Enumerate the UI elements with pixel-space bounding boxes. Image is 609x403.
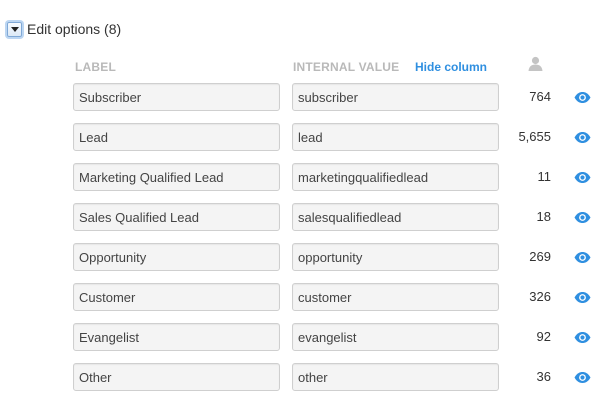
option-internal-value-input[interactable] bbox=[292, 83, 499, 111]
contact-count: 11 bbox=[537, 169, 552, 184]
option-label-input[interactable] bbox=[73, 363, 280, 391]
eye-icon[interactable] bbox=[574, 370, 591, 388]
contact-count: 36 bbox=[536, 369, 551, 384]
contact-count: 18 bbox=[536, 209, 551, 224]
option-internal-value-input[interactable] bbox=[292, 163, 499, 191]
option-internal-value-input[interactable] bbox=[292, 243, 499, 271]
option-label-input[interactable] bbox=[73, 123, 280, 151]
option-internal-value-input[interactable] bbox=[292, 283, 499, 311]
contact-count: 269 bbox=[529, 249, 551, 264]
internal-value-column-header: INTERNAL VALUE bbox=[293, 60, 400, 74]
contact-count: 764 bbox=[529, 89, 551, 104]
option-internal-value-input[interactable] bbox=[292, 203, 499, 231]
eye-icon[interactable] bbox=[574, 90, 591, 108]
option-internal-value-input[interactable] bbox=[292, 323, 499, 351]
label-column-header: LABEL bbox=[75, 60, 116, 74]
option-row: 18 bbox=[0, 203, 609, 243]
user-icon bbox=[528, 56, 543, 76]
option-label-input[interactable] bbox=[73, 243, 280, 271]
option-label-input[interactable] bbox=[73, 283, 280, 311]
eye-icon[interactable] bbox=[574, 330, 591, 348]
option-label-input[interactable] bbox=[73, 83, 280, 111]
caret-down-icon[interactable] bbox=[7, 21, 22, 37]
option-row: 92 bbox=[0, 323, 609, 363]
section-title: Edit options (8) bbox=[27, 21, 122, 37]
option-row: 11 bbox=[0, 163, 609, 203]
eye-icon[interactable] bbox=[574, 130, 591, 148]
edit-options-header: Edit options (8) bbox=[7, 21, 121, 37]
eye-icon[interactable] bbox=[574, 250, 591, 268]
option-label-input[interactable] bbox=[73, 203, 280, 231]
eye-icon[interactable] bbox=[574, 290, 591, 308]
option-internal-value-input[interactable] bbox=[292, 363, 499, 391]
eye-icon[interactable] bbox=[574, 210, 591, 228]
option-label-input[interactable] bbox=[73, 323, 280, 351]
option-row: 269 bbox=[0, 243, 609, 283]
contact-count: 5,655 bbox=[518, 129, 551, 144]
eye-icon[interactable] bbox=[574, 170, 591, 188]
option-row: 36 bbox=[0, 363, 609, 403]
contact-count: 326 bbox=[529, 289, 551, 304]
option-internal-value-input[interactable] bbox=[292, 123, 499, 151]
option-label-input[interactable] bbox=[73, 163, 280, 191]
hide-column-link[interactable]: Hide column bbox=[415, 60, 487, 74]
contact-count: 92 bbox=[536, 329, 551, 344]
option-row: 326 bbox=[0, 283, 609, 323]
option-row: 5,655 bbox=[0, 123, 609, 163]
option-row: 764 bbox=[0, 83, 609, 123]
